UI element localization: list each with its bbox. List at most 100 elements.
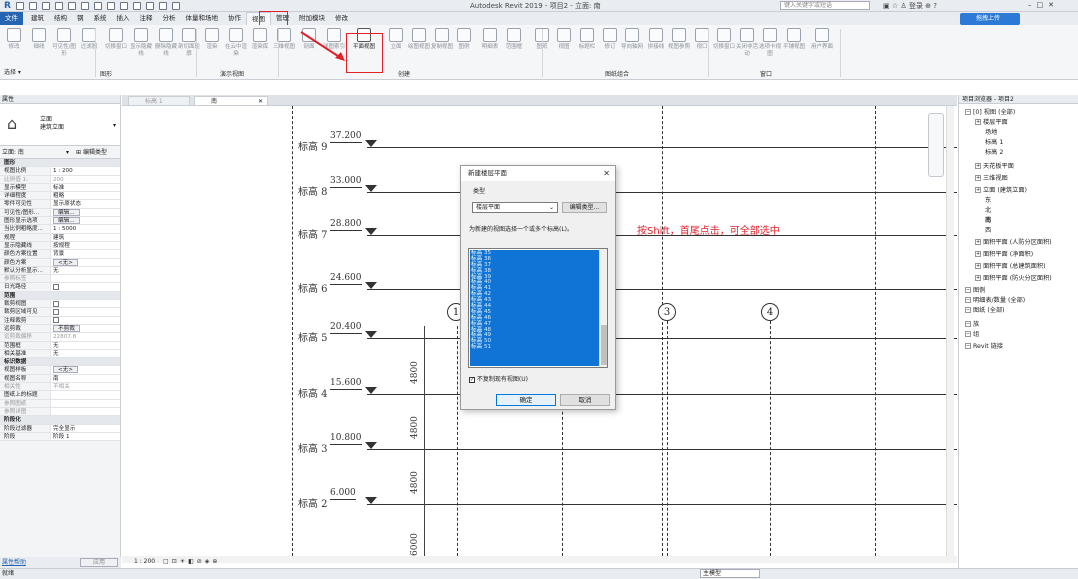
browser-node[interactable]: − 组 <box>965 331 979 339</box>
expand-icon[interactable]: − <box>965 307 971 313</box>
expand-icon[interactable]: − <box>965 331 971 337</box>
ribbon-button-16[interactable]: 绘图视图 <box>407 28 431 51</box>
text-icon[interactable] <box>106 2 115 10</box>
ribbon-button-19[interactable]: 明细表 <box>478 28 502 51</box>
property-edit-button[interactable]: 不剪裁 <box>53 324 80 332</box>
print-icon[interactable] <box>80 2 89 10</box>
property-value[interactable]: 编辑... <box>50 208 120 217</box>
cloud-upload-button[interactable]: 拖拽上传 <box>960 13 1020 25</box>
apply-button[interactable]: 应用 <box>80 558 118 567</box>
property-value[interactable]: 1 : 200 <box>50 167 120 175</box>
property-value[interactable] <box>50 391 120 399</box>
property-edit-button[interactable]: 编辑... <box>53 217 80 225</box>
property-checkbox[interactable] <box>53 308 59 315</box>
tab-6[interactable]: 注释 <box>135 12 158 25</box>
ribbon-button-7[interactable]: 剖切面轮廓 <box>177 28 201 58</box>
browser-node[interactable]: + 楼层平面 <box>975 119 1008 127</box>
property-value[interactable]: 无 <box>50 349 120 358</box>
vertical-scrollbar[interactable] <box>946 106 954 556</box>
ribbon-button-4[interactable]: 切换窗口 <box>104 28 128 51</box>
search-input[interactable]: 键入关键字或短语 <box>780 1 870 10</box>
grid-line[interactable] <box>770 316 771 556</box>
ribbon-button-18[interactable]: 图例 <box>452 28 476 51</box>
browser-node[interactable]: + 面积平面 (防火分区面积) <box>975 275 1052 283</box>
edit-type-button[interactable]: ⊞ 编辑类型 <box>76 146 107 159</box>
chevron-down-icon[interactable]: ▾ <box>113 122 116 129</box>
dialog-close-icon[interactable]: ✕ <box>603 169 610 178</box>
browser-node[interactable]: + 面积平面 (净面积) <box>975 251 1033 259</box>
browser-node[interactable]: 南 <box>985 217 991 225</box>
tab-3[interactable]: 钢 <box>72 12 89 25</box>
tab-9[interactable]: 协作 <box>223 12 246 25</box>
redo-icon[interactable] <box>67 2 76 10</box>
property-value[interactable]: 无 <box>50 266 120 275</box>
minimize-icon[interactable]: – <box>1028 1 1037 9</box>
property-value[interactable]: 背景 <box>50 250 120 258</box>
expand-icon[interactable]: − <box>965 287 971 293</box>
ribbon-button-5[interactable]: 显示隐藏线 <box>129 28 153 58</box>
horizontal-scrollbar[interactable] <box>122 556 957 563</box>
grid-line[interactable] <box>875 106 876 556</box>
ribbon-button-17[interactable]: 复制视图 <box>430 28 454 51</box>
revit-logo-icon[interactable]: R <box>4 1 11 11</box>
browser-node[interactable]: − 族 <box>965 321 979 329</box>
save-icon[interactable] <box>28 2 37 10</box>
property-value[interactable]: <无> <box>50 258 120 266</box>
browser-node[interactable]: − [0] 视图 (全部) <box>965 109 1015 117</box>
grid-bubble[interactable]: 3 <box>658 303 676 321</box>
listbox-scroll-thumb[interactable] <box>601 325 607 365</box>
grid-line[interactable] <box>292 106 293 556</box>
no-duplicate-row[interactable]: ✓ 不复制现有视图(U) <box>469 376 528 384</box>
type-selector[interactable]: ⌂ 立面 建筑立面 ▾ <box>0 104 120 146</box>
ribbon-button-28[interactable]: 视口 <box>690 28 714 51</box>
ribbon-button-9[interactable]: 在云中渲染 <box>224 28 248 58</box>
levels-listbox[interactable]: 标高 35 标高 36 标高 37 标高 38 标高 39 标高 40 标高 41 标高 42… <box>468 248 608 368</box>
property-value[interactable] <box>50 300 120 308</box>
ribbon-button-8[interactable]: 渲染 <box>200 28 224 51</box>
tab-2[interactable]: 结构 <box>49 12 72 25</box>
property-value[interactable]: 完全显示 <box>50 424 120 432</box>
filter-chevron-icon[interactable]: ▾ <box>66 146 69 159</box>
property-edit-button[interactable]: <无> <box>53 258 78 266</box>
section-icon[interactable] <box>132 2 141 10</box>
expand-icon[interactable]: + <box>975 251 981 257</box>
select-dropdown[interactable]: 选择 ▾ <box>0 67 120 79</box>
property-checkbox[interactable] <box>53 300 59 307</box>
switch-windows-icon[interactable] <box>171 2 180 10</box>
active-workset-select[interactable]: 主模型 <box>700 569 760 578</box>
ribbon-button-31[interactable]: 选项卡视图 <box>758 28 782 58</box>
tab-south[interactable]: 南 ✕ <box>194 96 268 106</box>
browser-node[interactable]: 北 <box>985 207 991 215</box>
property-value[interactable]: 建筑 <box>50 233 120 241</box>
expand-icon[interactable]: + <box>975 187 981 193</box>
expand-icon[interactable]: + <box>975 119 981 125</box>
browser-node[interactable]: 西 <box>985 227 991 235</box>
expand-icon[interactable]: + <box>975 163 981 169</box>
ribbon-button-33[interactable]: 用户界面 <box>810 28 834 51</box>
help-icon[interactable]: ? <box>933 2 937 10</box>
grid-line[interactable] <box>424 326 425 556</box>
property-checkbox[interactable] <box>53 283 59 290</box>
cancel-button[interactable]: 取消 <box>560 394 610 406</box>
browser-node[interactable]: 场地 <box>985 129 997 137</box>
grid-line[interactable] <box>667 316 668 556</box>
property-value[interactable]: 按规程 <box>50 241 120 250</box>
browser-node[interactable]: − 明细表/数量 (全部) <box>965 297 1025 305</box>
property-value[interactable]: 南 <box>50 374 120 383</box>
property-value[interactable]: 1 : 5000 <box>50 225 120 233</box>
level-list-item[interactable]: 标高 51 <box>470 344 599 350</box>
tab-1[interactable]: 建筑 <box>26 12 49 25</box>
open-icon[interactable] <box>15 2 24 10</box>
property-value[interactable]: 无 <box>50 341 120 349</box>
grid-bubble[interactable]: 4 <box>761 303 779 321</box>
browser-node[interactable]: + 面积平面 (总建筑面积) <box>975 263 1045 271</box>
browser-node[interactable]: 标高 2 <box>985 149 1003 157</box>
ribbon-button-23[interactable]: 标题栏 <box>575 28 599 51</box>
property-value[interactable]: 阶段 1 <box>50 432 120 441</box>
browser-node[interactable]: 标高 1 <box>985 139 1003 147</box>
3d-view-icon[interactable] <box>119 2 128 10</box>
ribbon-button-2[interactable]: 可见性/图形 <box>52 28 76 58</box>
view-control-icons[interactable]: □⊡☀◧⊘◈⊕ <box>163 558 220 565</box>
ribbon-button-24[interactable]: 修订 <box>598 28 622 51</box>
ribbon-button-3[interactable]: 过滤器 <box>77 28 101 51</box>
